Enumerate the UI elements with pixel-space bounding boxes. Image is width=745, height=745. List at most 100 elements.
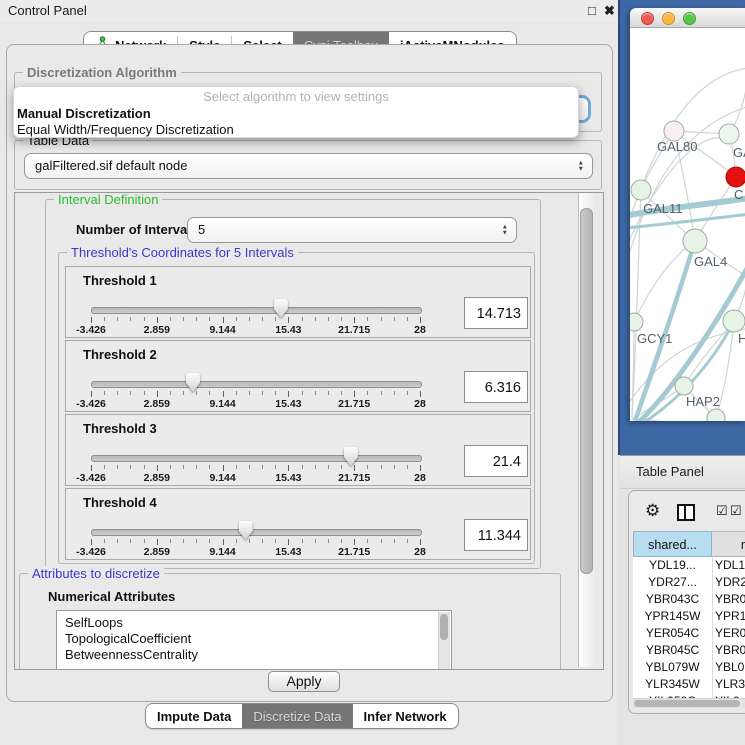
attribute-list-item[interactable]: BetweennessCentrality — [57, 647, 451, 663]
table-data-select[interactable]: galFiltered.sif default node ▲▼ — [24, 153, 593, 179]
threshold-slider-thumb[interactable] — [344, 447, 358, 466]
threshold-value-field[interactable]: 21.4 — [464, 445, 528, 477]
tick-mark — [407, 539, 408, 543]
cell-shared-name: YER054C — [633, 625, 712, 642]
threshold-slider-track[interactable] — [91, 307, 422, 314]
table-horizontal-scrollbar[interactable] — [633, 698, 745, 708]
tick-mark — [367, 391, 368, 395]
table-row[interactable]: YER054CYER0 — [633, 625, 745, 642]
threshold-slider-thumb[interactable] — [186, 373, 200, 392]
table-panel-titlebar: Table Panel — [620, 455, 745, 489]
checkbox-icon[interactable]: ☑ — [716, 504, 728, 517]
split-view-icon[interactable] — [677, 504, 695, 521]
tick-label: -3.426 — [76, 398, 106, 410]
interval-definition-group: Interval Definition Number of Intervals … — [45, 199, 541, 569]
tick-mark — [223, 465, 224, 471]
dropdown-option-equal-width[interactable]: Equal Width/Frequency Discretization — [17, 122, 234, 137]
settings-panel-scrollbar[interactable] — [578, 193, 594, 667]
right-side: GAL80GACGAL11GAL4GCY1HHAP2 Table Panel ⚙… — [618, 0, 745, 745]
zoom-traffic-light[interactable] — [683, 12, 696, 25]
table-row[interactable]: YDR27...YDR2 — [633, 574, 745, 591]
GAL11-node[interactable] — [631, 180, 651, 200]
table-row[interactable]: YBR045CYBR0 — [633, 642, 745, 659]
tick-label: -3.426 — [76, 546, 106, 558]
close-traffic-light[interactable] — [641, 12, 654, 25]
network-edge[interactable] — [634, 241, 695, 322]
bottom-node[interactable] — [707, 409, 725, 421]
H-node[interactable] — [723, 310, 745, 332]
top-right-node[interactable] — [719, 124, 739, 144]
attributes-list-scrollbar[interactable] — [438, 612, 450, 670]
table-row[interactable]: YBL079WYBL0 — [633, 659, 745, 676]
number-of-intervals-select[interactable]: 5 ▲▼ — [187, 217, 517, 243]
tick-mark — [394, 317, 395, 321]
threshold-1-row: Threshold 1-3.4262.8599.14415.4321.71528… — [65, 266, 531, 338]
tick-mark — [209, 391, 210, 395]
attribute-list-item[interactable]: TopologicalCoefficient — [57, 631, 451, 647]
number-of-intervals-label: Number of Intervals — [76, 222, 198, 237]
cell-name: YDR2 — [715, 574, 745, 591]
network-window: GAL80GACGAL11GAL4GCY1HHAP2 — [630, 8, 745, 421]
tick-mark — [130, 391, 131, 395]
tick-mark — [104, 539, 105, 543]
table-row[interactable]: YBR043CYBR0 — [633, 591, 745, 608]
threshold-slider-track[interactable] — [91, 455, 422, 462]
gear-icon[interactable]: ⚙ — [645, 502, 660, 519]
dropdown-option-manual[interactable]: Manual Discretization — [17, 106, 151, 121]
tick-mark — [420, 465, 421, 471]
numerical-attributes-list[interactable]: SelfLoopsTopologicalCoefficientBetweenne… — [56, 610, 452, 670]
GCY1-node[interactable] — [630, 313, 643, 331]
tick-mark — [275, 465, 276, 469]
HAP2-node[interactable] — [675, 377, 693, 395]
column-header-name[interactable]: name — [712, 531, 745, 557]
network-edge-highlighted[interactable] — [630, 214, 745, 228]
tick-label: 15.43 — [275, 324, 301, 336]
minimize-traffic-light[interactable] — [662, 12, 675, 25]
close-window-icon[interactable]: ✖ — [604, 3, 615, 19]
threshold-slider-track[interactable] — [91, 381, 422, 388]
tick-mark — [354, 539, 355, 545]
threshold-slider-thumb[interactable] — [274, 299, 288, 318]
threshold-value-field[interactable]: 14.713 — [464, 297, 528, 329]
threshold-slider-track[interactable] — [91, 529, 422, 536]
threshold-slider-thumb[interactable] — [239, 521, 253, 540]
cell-name: YBL0 — [715, 659, 745, 676]
GAL4-node[interactable] — [683, 229, 707, 253]
tab-impute-data[interactable]: Impute Data — [146, 704, 242, 728]
tick-mark — [394, 465, 395, 469]
tick-mark — [394, 391, 395, 395]
tick-mark — [302, 539, 303, 543]
red-node[interactable] — [726, 167, 745, 187]
threshold-4-row: Threshold 4-3.4262.8599.14415.4321.71528… — [65, 488, 531, 560]
network-canvas[interactable]: GAL80GACGAL11GAL4GCY1HHAP2 — [630, 28, 745, 421]
tick-mark — [328, 317, 329, 321]
tick-mark — [302, 465, 303, 469]
threshold-value-field[interactable]: 6.316 — [464, 371, 528, 403]
table-row[interactable]: YPR145WYPR1 — [633, 608, 745, 625]
attribute-list-item[interactable]: SelfLoops — [57, 615, 451, 631]
checkbox-icon[interactable]: ☑ — [730, 504, 742, 517]
node-label-GCY1: GCY1 — [637, 331, 672, 346]
threshold-value-field[interactable]: 11.344 — [464, 519, 528, 551]
table-row[interactable]: YLR345WYLR3 — [633, 676, 745, 693]
column-header-shared[interactable]: shared... — [633, 531, 712, 557]
GAL80-node[interactable] — [664, 121, 684, 141]
table-panel: ⚙ ☑ ☑ shared... name YDL19...YDL1YDR27..… — [628, 490, 745, 714]
tick-mark — [262, 317, 263, 321]
network-edge[interactable] — [632, 322, 634, 418]
tick-mark — [91, 391, 92, 397]
table-row[interactable]: YDL19...YDL1 — [633, 557, 745, 574]
float-window-icon[interactable]: □ — [588, 3, 596, 18]
tab-infer-network[interactable]: Infer Network — [353, 704, 458, 728]
tick-label: 21.715 — [338, 546, 370, 558]
tab-discretize-data[interactable]: Discretize Data — [242, 704, 352, 728]
node-label-GA: GA — [733, 145, 745, 160]
tick-mark — [117, 539, 118, 543]
threshold-3-row: Threshold 3-3.4262.8599.14415.4321.71528… — [65, 414, 531, 486]
cell-shared-name: YBR043C — [633, 591, 712, 608]
tick-label: 21.715 — [338, 324, 370, 336]
network-window-titlebar[interactable] — [630, 8, 745, 28]
tick-mark — [381, 465, 382, 469]
threshold-rows: Threshold 1-3.4262.8599.14415.4321.71528… — [65, 266, 531, 560]
apply-button[interactable]: Apply — [268, 671, 340, 692]
